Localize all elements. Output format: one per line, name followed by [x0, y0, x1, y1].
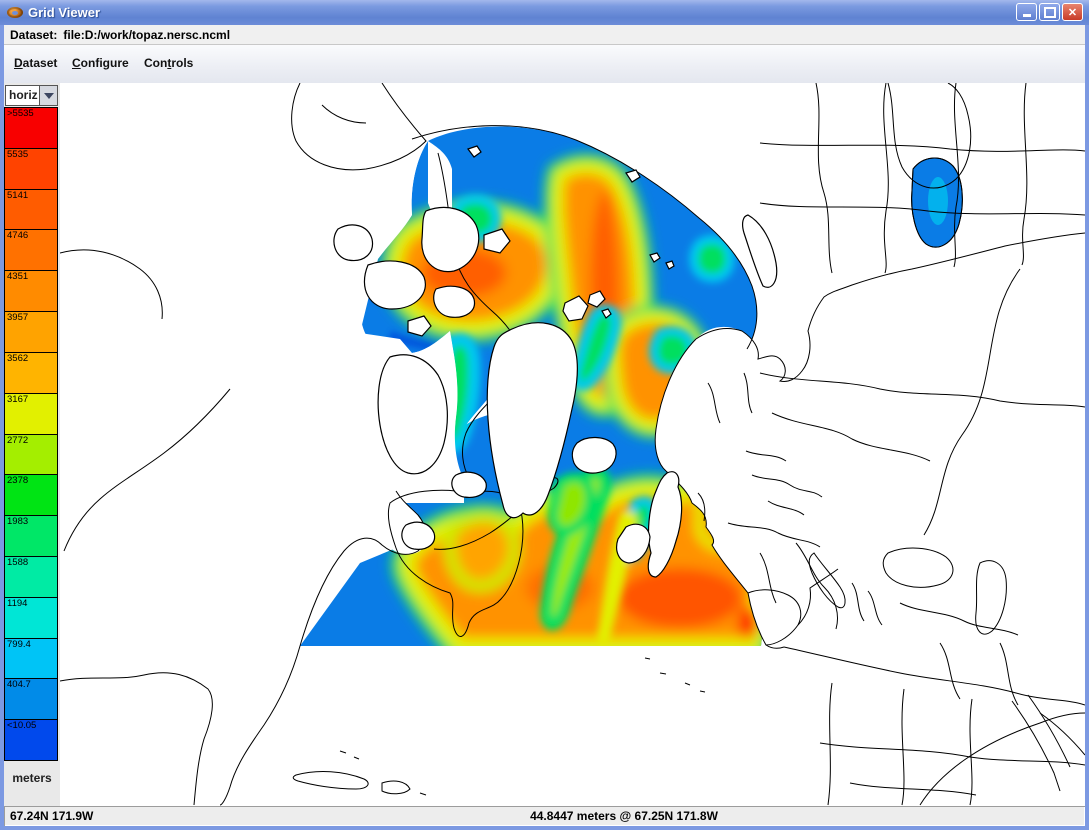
map-view[interactable] — [60, 83, 1085, 806]
menu-configure[interactable]: Configure — [72, 56, 129, 70]
menu-dataset[interactable]: Dataset — [14, 56, 57, 70]
minimize-button[interactable] — [1016, 3, 1037, 21]
orientation-selector[interactable]: horiz — [5, 85, 58, 106]
grid-viewer-window: { "window": { "title": "Grid Viewer", "c… — [0, 0, 1089, 830]
menu-toolbar-row: DatasetConfigureControls model_depth 1 ▲… — [4, 45, 1085, 84]
colorbar-band: 1194 — [4, 597, 58, 639]
colorbar-band: 5141 — [4, 189, 58, 231]
colorbar-band: 1983 — [4, 515, 58, 557]
dataset-bar: Dataset: file:D:/work/topaz.nersc.ncml — [4, 25, 1085, 45]
colorbar-band: >5535 — [4, 107, 58, 149]
colorbar-band: 404.7 — [4, 678, 58, 720]
map-canvas[interactable] — [60, 83, 1085, 806]
window-title: Grid Viewer — [28, 5, 100, 20]
colorbar-band: 5535 — [4, 148, 58, 190]
colorbar-panel: horiz >553555355141474643513957356231672… — [4, 83, 60, 806]
status-probe-readout: 44.8447 meters @ 67.25N 171.8W — [384, 809, 864, 823]
colorbar-units-label: meters — [4, 771, 60, 785]
title-bar[interactable]: Grid Viewer ✕ — [0, 0, 1089, 25]
colorbar-band: 3562 — [4, 352, 58, 394]
close-icon: ✕ — [1068, 6, 1077, 19]
colorbar-band: 799.4 — [4, 638, 58, 680]
dataset-path: file:D:/work/topaz.nersc.ncml — [63, 28, 230, 42]
colorbar-band: 3957 — [4, 311, 58, 353]
colorbar: >553555355141474643513957356231672772237… — [4, 108, 58, 761]
colorbar-band: 2772 — [4, 434, 58, 476]
app-icon — [7, 7, 23, 18]
orientation-selector-value: horiz — [6, 86, 39, 105]
status-cursor-position: 67.24N 171.9W — [10, 809, 93, 823]
chevron-down-icon — [44, 93, 54, 99]
close-button[interactable]: ✕ — [1062, 3, 1083, 21]
dataset-label: Dataset: — [10, 28, 57, 42]
colorbar-band: 4351 — [4, 270, 58, 312]
maximize-icon — [1044, 7, 1056, 18]
status-bar: 67.24N 171.9W 44.8447 meters @ 67.25N 17… — [4, 806, 1085, 826]
menu-controls[interactable]: Controls — [144, 56, 193, 70]
colorbar-band: 1588 — [4, 556, 58, 598]
colorbar-band: 2378 — [4, 474, 58, 516]
orientation-selector-arrow[interactable] — [39, 86, 57, 105]
minimize-icon — [1023, 14, 1031, 17]
colorbar-band: <10.05 — [4, 719, 58, 761]
colorbar-band: 3167 — [4, 393, 58, 435]
maximize-button[interactable] — [1039, 3, 1060, 21]
colorbar-band: 4746 — [4, 229, 58, 271]
